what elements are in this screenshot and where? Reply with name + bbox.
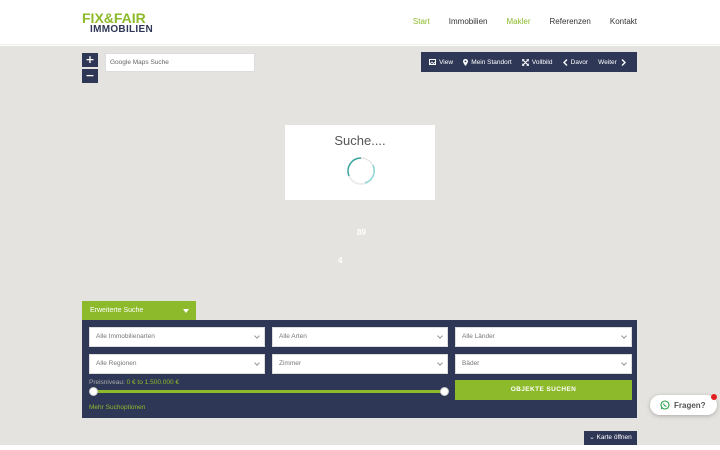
open-map-button[interactable]: ⌄ Karte öffnen bbox=[584, 431, 637, 445]
logo-line2: IMMOBILIEN bbox=[90, 24, 153, 35]
nav-referenzen[interactable]: Referenzen bbox=[550, 16, 591, 28]
price-slider-min-handle[interactable] bbox=[89, 387, 98, 396]
map-marker-icon bbox=[463, 58, 469, 66]
more-search-options-link[interactable]: Mehr Suchoptionen bbox=[89, 404, 145, 411]
image-icon bbox=[429, 59, 437, 65]
chevron-down-icon bbox=[437, 360, 443, 366]
chat-widget-button[interactable]: Fragen? bbox=[650, 395, 717, 415]
loading-spinner-icon bbox=[347, 157, 375, 185]
chat-label: Fragen? bbox=[674, 400, 706, 410]
rooms-value: Zimmer bbox=[279, 360, 302, 367]
view-button[interactable]: View bbox=[429, 59, 453, 66]
whatsapp-icon bbox=[660, 400, 670, 410]
rooms-select[interactable]: Zimmer bbox=[272, 354, 448, 374]
chevron-down-icon bbox=[621, 360, 627, 366]
next-label: Weiter bbox=[598, 58, 617, 66]
main-nav: Start Immobilien Makler Referenzen Konta… bbox=[394, 16, 637, 28]
next-button[interactable]: Weiter bbox=[598, 59, 629, 66]
chevron-down-icon bbox=[254, 333, 260, 339]
fullscreen-label: Vollbild bbox=[531, 58, 553, 66]
logo-line1: FIX&FAIR bbox=[82, 10, 146, 26]
zoom-out-button[interactable]: − bbox=[82, 69, 98, 83]
price-label: Preisniveau: bbox=[89, 379, 125, 386]
expand-icon bbox=[521, 58, 529, 66]
region-select[interactable]: Alle Regionen bbox=[89, 354, 265, 374]
caret-down-icon bbox=[183, 309, 189, 313]
property-type-select[interactable]: Alle Immobilienarten bbox=[89, 327, 265, 347]
chevron-down-icon bbox=[437, 333, 443, 339]
price-slider-track[interactable] bbox=[93, 390, 445, 393]
region-value: Alle Regionen bbox=[96, 360, 137, 367]
zoom-in-button[interactable]: + bbox=[82, 53, 98, 67]
chevron-down-icon: ⌄ bbox=[589, 434, 595, 441]
chevron-down-icon bbox=[621, 333, 627, 339]
nav-kontakt[interactable]: Kontakt bbox=[610, 16, 637, 28]
nav-immobilien[interactable]: Immobilien bbox=[449, 16, 488, 28]
map-cluster-marker[interactable]: 4 bbox=[338, 256, 342, 265]
chevron-left-icon bbox=[562, 58, 568, 66]
loading-text: Suche.... bbox=[334, 133, 386, 148]
advanced-search-label: Erweiterte Suche bbox=[90, 307, 144, 314]
my-location-button[interactable]: Mein Standort bbox=[463, 58, 512, 66]
prev-button[interactable]: Davor bbox=[562, 58, 588, 66]
fullscreen-button[interactable]: Vollbild bbox=[521, 58, 553, 66]
chevron-down-icon bbox=[254, 360, 260, 366]
my-location-label: Mein Standort bbox=[471, 58, 512, 66]
price-value: 0 € to 1.500.000 € bbox=[126, 379, 179, 386]
zoom-controls: + − bbox=[82, 53, 98, 85]
country-value: Alle Länder bbox=[462, 333, 495, 340]
view-label: View bbox=[439, 58, 454, 66]
map-cluster-marker[interactable]: 89 bbox=[357, 228, 366, 237]
advanced-search-tab[interactable]: Erweiterte Suche bbox=[82, 301, 196, 320]
kind-select[interactable]: Alle Arten bbox=[272, 327, 448, 347]
kind-value: Alle Arten bbox=[279, 333, 307, 340]
google-maps-search-input[interactable]: Google Maps Suche bbox=[105, 53, 255, 72]
loading-overlay: Suche.... bbox=[285, 125, 435, 200]
nav-start[interactable]: Start bbox=[413, 16, 430, 28]
notification-badge bbox=[711, 394, 717, 400]
country-select[interactable]: Alle Länder bbox=[455, 327, 632, 347]
price-range-label: Preisniveau: 0 € to 1.500.000 € bbox=[89, 379, 179, 386]
chevron-right-icon bbox=[621, 58, 626, 66]
baths-select[interactable]: Bäder bbox=[455, 354, 632, 374]
map-toolbar: View Mein Standort Vollbild Davor Weiter bbox=[421, 52, 637, 72]
prev-label: Davor bbox=[570, 58, 588, 66]
open-map-label: Karte öffnen bbox=[596, 434, 632, 441]
nav-makler[interactable]: Makler bbox=[506, 16, 530, 28]
search-objects-button[interactable]: OBJEKTE SUCHEN bbox=[455, 380, 632, 400]
price-slider-max-handle[interactable] bbox=[440, 387, 449, 396]
baths-value: Bäder bbox=[462, 360, 480, 367]
property-type-value: Alle Immobilienarten bbox=[96, 333, 155, 340]
site-header: FIX&FAIR IMMOBILIEN Start Immobilien Mak… bbox=[0, 0, 720, 45]
logo[interactable]: FIX&FAIR IMMOBILIEN bbox=[82, 11, 160, 37]
